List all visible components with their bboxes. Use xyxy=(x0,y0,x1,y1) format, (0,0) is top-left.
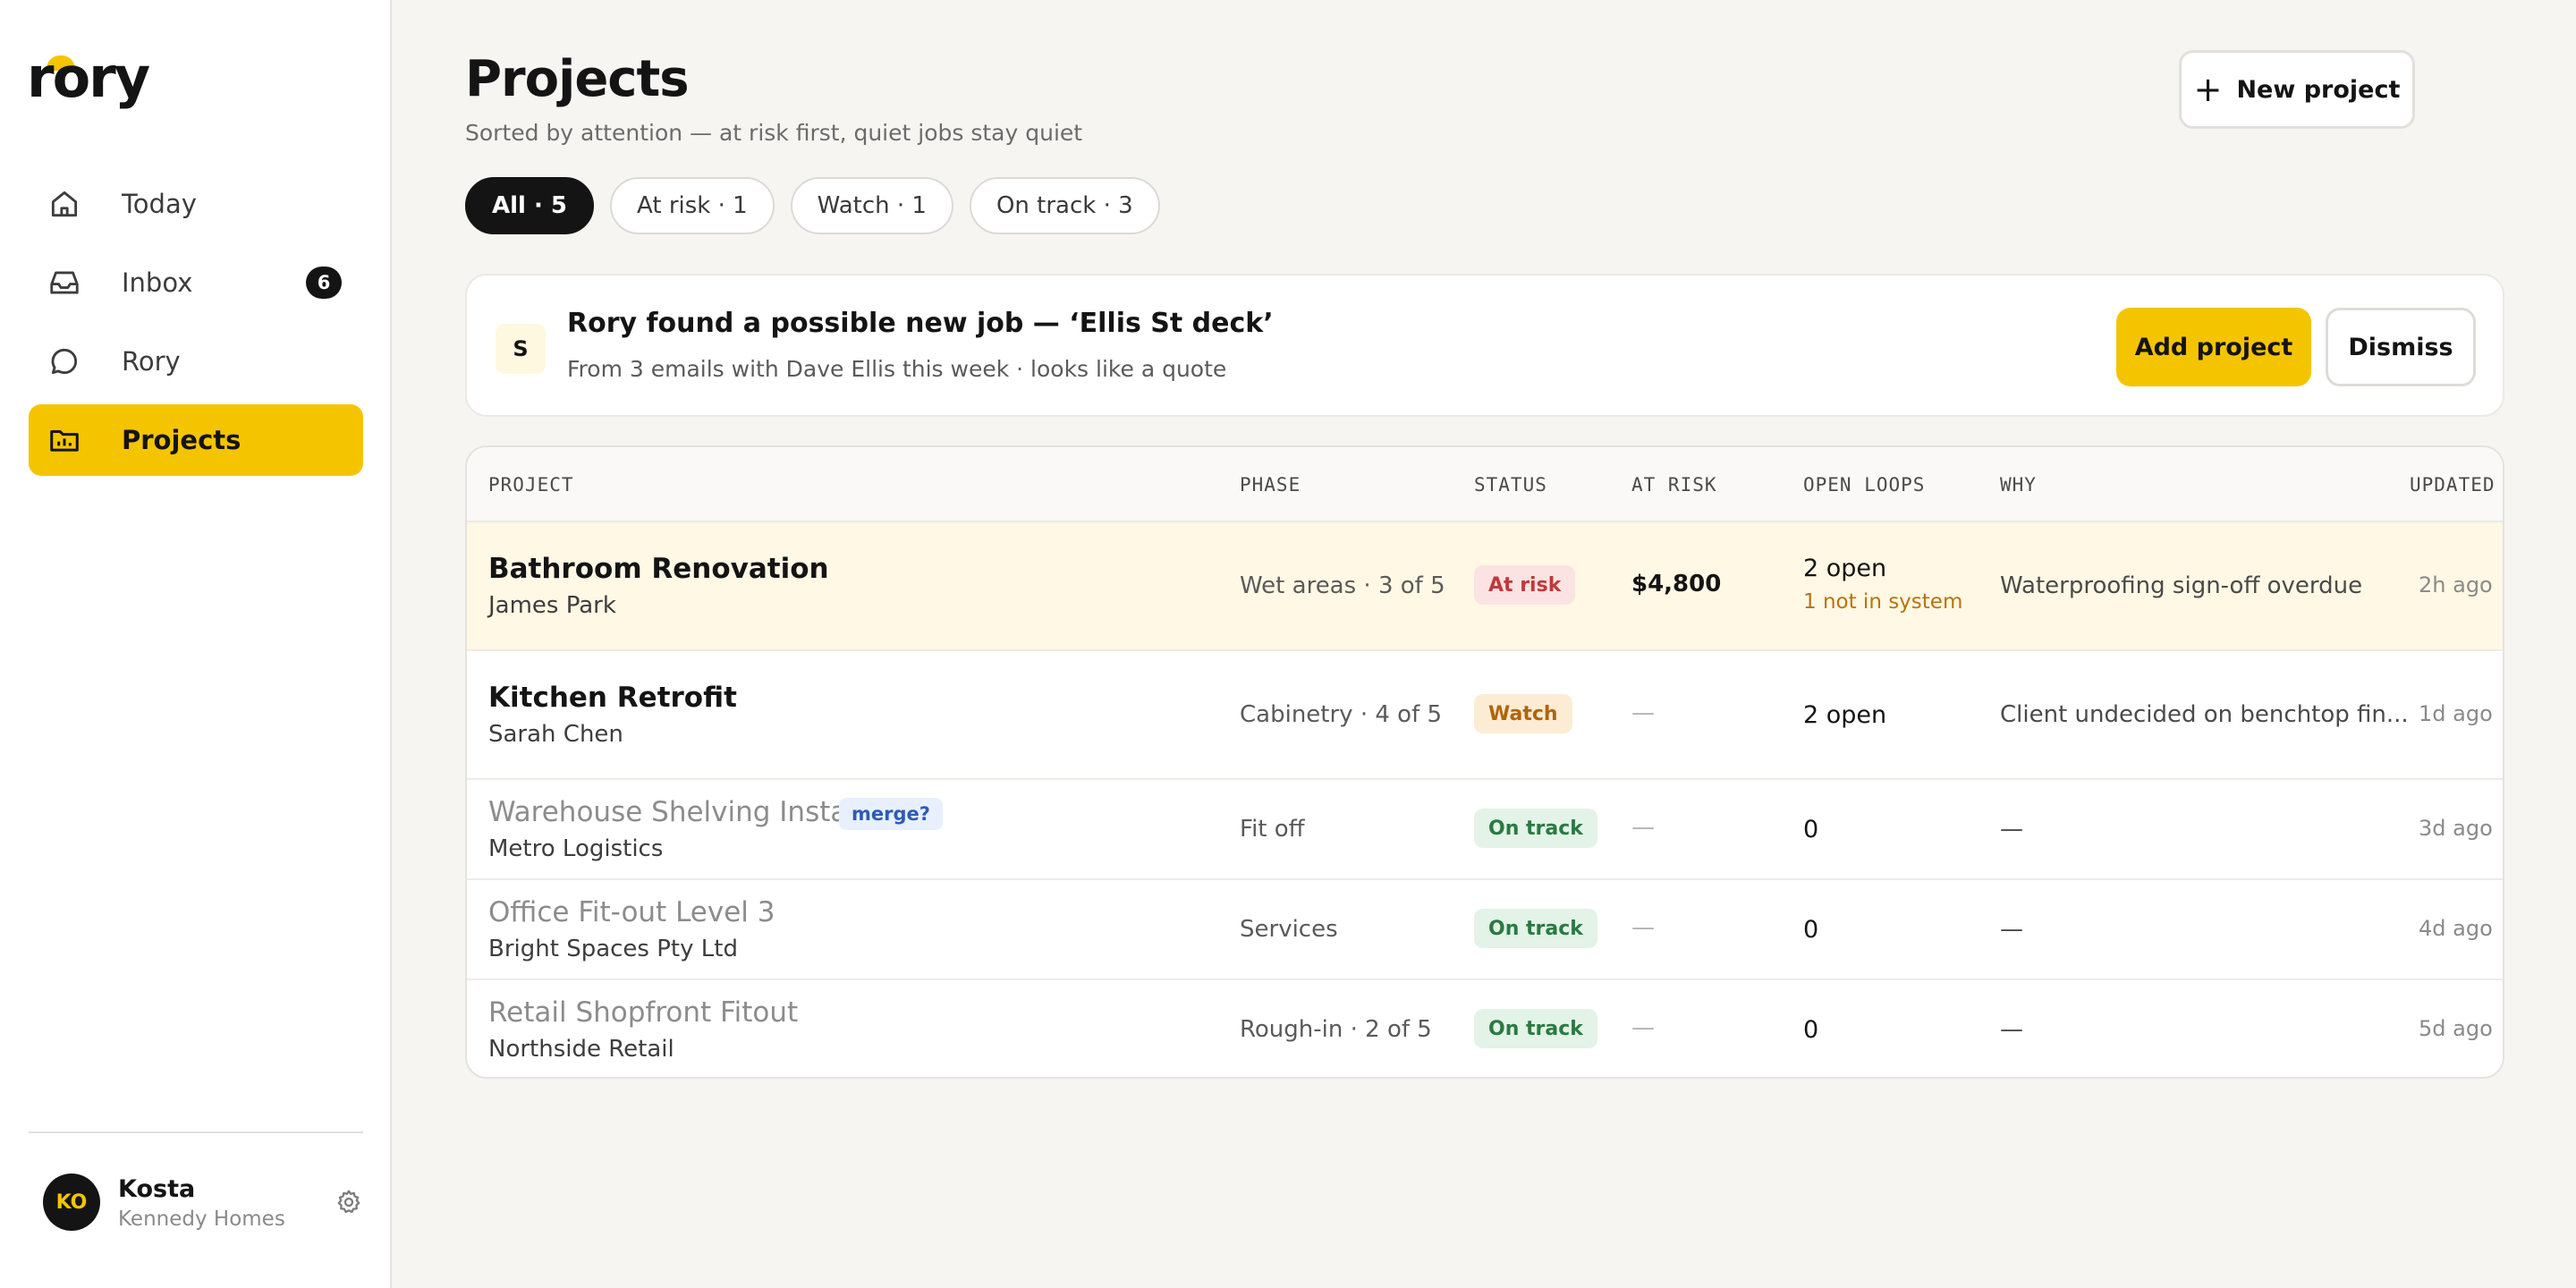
column-header-project[interactable]: PROJECT xyxy=(488,474,574,496)
open-loops-note[interactable]: 1 not in system xyxy=(1803,590,1962,614)
filter-all[interactable]: All · 5 xyxy=(465,177,595,234)
updated-time: 5d ago xyxy=(2419,1016,2493,1041)
open-loops: 0 xyxy=(1803,916,1819,944)
table-row[interactable]: Warehouse Shelving Install merge? Metro … xyxy=(467,780,2503,880)
filter-at-risk[interactable]: At risk · 1 xyxy=(610,177,775,234)
sidebar: rory Today Inbox 6 Rory Projects KO Kost… xyxy=(0,0,392,1288)
column-header-open-loops[interactable]: OPEN LOOPS xyxy=(1803,474,1925,496)
project-name[interactable]: Warehouse Shelving Install xyxy=(488,796,863,828)
page-title: Projects xyxy=(465,50,690,108)
updated-time: 3d ago xyxy=(2419,816,2493,841)
project-client: James Park xyxy=(488,592,616,619)
at-risk-amount: — xyxy=(1631,814,1655,841)
sidebar-item-label: Rory xyxy=(122,346,181,377)
at-risk-amount: — xyxy=(1631,914,1655,941)
updated-time: 2h ago xyxy=(2419,572,2493,597)
user-profile[interactable]: KO Kosta Kennedy Homes xyxy=(43,1174,363,1233)
column-header-phase[interactable]: PHASE xyxy=(1240,474,1301,496)
project-client: Northside Retail xyxy=(488,1036,674,1063)
risk-reason: — xyxy=(2000,816,2023,843)
sidebar-item-rory[interactable]: Rory xyxy=(29,326,363,397)
at-risk-amount: — xyxy=(1631,1014,1655,1041)
filter-watch[interactable]: Watch · 1 xyxy=(790,177,953,234)
folder-chart-icon xyxy=(47,422,82,458)
filter-chips: All · 5 At risk · 1 Watch · 1 On track ·… xyxy=(465,177,1176,234)
page-subtitle: Sorted by attention — at risk first, qui… xyxy=(465,120,1083,146)
home-icon xyxy=(47,186,82,222)
projects-table: PROJECT PHASE STATUS AT RISK OPEN LOOPS … xyxy=(465,445,2504,1079)
risk-reason: Client undecided on benchtop fin... xyxy=(2000,701,2409,728)
table-row[interactable]: Office Fit-out Level 3 Bright Spaces Pty… xyxy=(467,880,2503,980)
updated-time: 1d ago xyxy=(2419,701,2493,726)
sidebar-nav: Today Inbox 6 Rory Projects xyxy=(29,168,363,483)
open-loops: 0 xyxy=(1803,816,1819,843)
at-risk-amount: — xyxy=(1631,699,1655,726)
source-icon: S xyxy=(496,324,546,374)
suggestion-title: Rory found a possible new job — ‘Ellis S… xyxy=(567,308,1274,339)
risk-reason: Waterproofing sign-off overdue xyxy=(2000,572,2363,599)
filter-on-track[interactable]: On track · 3 xyxy=(969,177,1160,234)
project-phase: Services xyxy=(1240,916,1338,943)
new-project-button[interactable]: + New project xyxy=(2179,50,2415,129)
column-header-status[interactable]: STATUS xyxy=(1474,474,1547,496)
risk-reason: — xyxy=(2000,1016,2023,1043)
project-client: Sarah Chen xyxy=(488,721,623,748)
column-header-why[interactable]: WHY xyxy=(2000,474,2037,496)
new-job-suggestion-card: S Rory found a possible new job — ‘Ellis… xyxy=(465,274,2504,417)
project-name[interactable]: Office Fit-out Level 3 xyxy=(488,896,775,928)
sidebar-item-label: Inbox xyxy=(122,267,193,298)
plus-icon: + xyxy=(2193,70,2223,109)
column-header-updated[interactable]: UPDATED xyxy=(2410,474,2496,496)
project-client: Bright Spaces Pty Ltd xyxy=(488,936,738,962)
open-loops: 2 open xyxy=(1803,555,1887,582)
project-phase: Fit off xyxy=(1240,816,1305,843)
new-project-label: New project xyxy=(2236,75,2401,104)
table-header: PROJECT PHASE STATUS AT RISK OPEN LOOPS … xyxy=(467,447,2503,522)
project-name[interactable]: Bathroom Renovation xyxy=(488,553,829,585)
merge-suggestion-tag[interactable]: merge? xyxy=(839,798,943,830)
dismiss-button[interactable]: Dismiss xyxy=(2326,308,2476,386)
table-row[interactable]: Bathroom Renovation James Park Wet areas… xyxy=(467,522,2503,651)
sidebar-item-label: Projects xyxy=(122,425,242,455)
risk-reason: — xyxy=(2000,916,2023,943)
app-logo[interactable]: rory xyxy=(27,50,150,106)
chat-bubble-icon xyxy=(47,343,82,379)
column-header-at-risk[interactable]: AT RISK xyxy=(1631,474,1717,496)
sidebar-divider xyxy=(29,1131,363,1133)
status-badge: On track xyxy=(1474,1009,1597,1048)
project-phase: Wet areas · 3 of 5 xyxy=(1240,572,1445,599)
status-badge: On track xyxy=(1474,809,1597,848)
project-phase: Cabinetry · 4 of 5 xyxy=(1240,701,1443,728)
inbox-icon xyxy=(47,265,82,301)
project-phase: Rough-in · 2 of 5 xyxy=(1240,1016,1432,1043)
sidebar-item-today[interactable]: Today xyxy=(29,168,363,240)
project-name[interactable]: Retail Shopfront Fitout xyxy=(488,996,798,1029)
user-company: Kennedy Homes xyxy=(118,1208,285,1231)
sidebar-item-projects[interactable]: Projects xyxy=(29,404,363,476)
gear-icon[interactable] xyxy=(335,1188,363,1216)
project-client: Metro Logistics xyxy=(488,835,664,862)
avatar[interactable]: KO xyxy=(43,1174,100,1231)
open-loops: 0 xyxy=(1803,1016,1819,1044)
status-badge: Watch xyxy=(1474,694,1572,733)
table-row[interactable]: Retail Shopfront Fitout Northside Retail… xyxy=(467,980,2503,1077)
status-badge: At risk xyxy=(1474,565,1576,605)
add-project-button[interactable]: Add project xyxy=(2116,308,2311,386)
status-badge: On track xyxy=(1474,909,1597,948)
inbox-count-badge: 6 xyxy=(306,267,342,299)
sidebar-item-inbox[interactable]: Inbox 6 xyxy=(29,247,363,318)
suggestion-subtitle: From 3 emails with Dave Ellis this week … xyxy=(567,356,1227,382)
table-row[interactable]: Kitchen Retrofit Sarah Chen Cabinetry · … xyxy=(467,651,2503,780)
sidebar-item-label: Today xyxy=(122,189,197,219)
updated-time: 4d ago xyxy=(2419,916,2493,941)
user-name: Kosta xyxy=(118,1175,196,1203)
project-name[interactable]: Kitchen Retrofit xyxy=(488,682,737,714)
at-risk-amount: $4,800 xyxy=(1631,571,1722,597)
open-loops: 2 open xyxy=(1803,701,1887,729)
